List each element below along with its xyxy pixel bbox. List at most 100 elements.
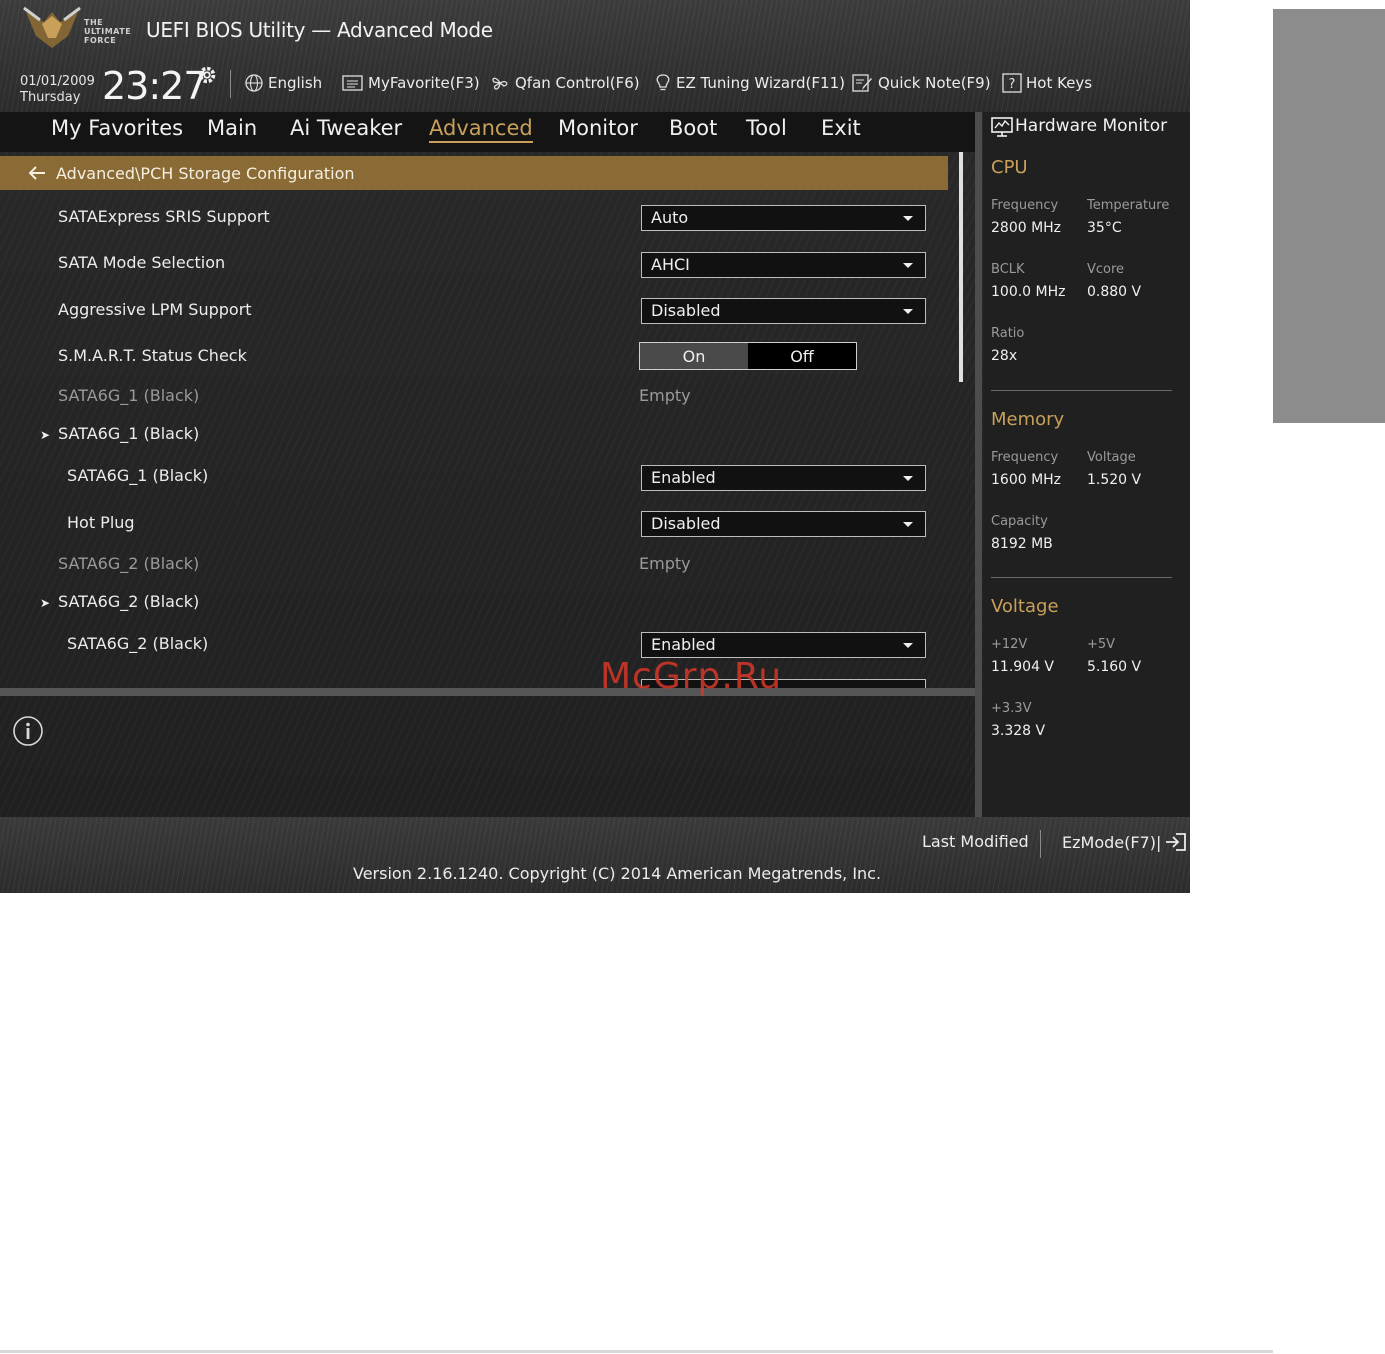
quick-note-button[interactable]: Quick Note(F9) xyxy=(852,72,991,94)
setting-label[interactable]: SATAExpress SRIS Support xyxy=(58,207,270,226)
tab-monitor[interactable]: Monitor xyxy=(558,116,638,140)
back-arrow-icon[interactable] xyxy=(28,166,46,180)
day-text: Thursday xyxy=(20,90,81,105)
setting-label[interactable]: Hot Plug xyxy=(67,513,135,532)
info-icon xyxy=(13,716,43,746)
page-side-tab xyxy=(1273,9,1385,423)
tab-ai-tweaker[interactable]: Ai Tweaker xyxy=(290,116,402,140)
v5-label: +5V xyxy=(1087,637,1116,652)
submenu-item-sata6g-2[interactable]: SATA6G_2 (Black) xyxy=(58,592,199,611)
sata-mode-select[interactable]: AHCI xyxy=(641,252,926,278)
sataexpress-sris-select[interactable]: Auto xyxy=(641,205,926,231)
ratio-label: Ratio xyxy=(991,326,1025,341)
tab-tool[interactable]: Tool xyxy=(746,116,787,140)
hot-plug-select[interactable]: Disabled xyxy=(641,511,926,537)
cpu-frequency-value: 2800 MHz xyxy=(991,220,1062,236)
select-value: AHCI xyxy=(651,255,690,274)
toolbar-label: MyFavorite(F3) xyxy=(368,74,480,92)
section-divider xyxy=(991,577,1172,578)
cpu-heading: CPU xyxy=(991,157,1028,178)
myfavorite-button[interactable]: MyFavorite(F3) xyxy=(342,72,480,94)
chevron-down-icon xyxy=(903,263,913,268)
sata6g-1-select[interactable]: Enabled xyxy=(641,465,926,491)
setting-label[interactable]: SATA Mode Selection xyxy=(58,253,225,272)
chevron-down-icon xyxy=(903,643,913,648)
hardware-monitor-title: Hardware Monitor xyxy=(1015,116,1168,136)
vcore-label: Vcore xyxy=(1087,262,1125,277)
globe-icon xyxy=(245,74,263,92)
v12-label: +12V xyxy=(991,637,1028,652)
memory-frequency-value: 1600 MHz xyxy=(991,472,1062,488)
bclk-value: 100.0 MHz xyxy=(991,284,1066,300)
toolbar-label: Hot Keys xyxy=(1026,74,1093,92)
v33-value: 3.328 V xyxy=(991,723,1046,739)
toolbar-label: Quick Note(F9) xyxy=(878,74,991,92)
breadcrumb-path: Advanced\PCH Storage Configuration xyxy=(56,163,355,183)
tab-boot[interactable]: Boot xyxy=(669,116,717,140)
clock[interactable]: 23:27 xyxy=(102,64,208,108)
hot-keys-button[interactable]: ? Hot Keys xyxy=(1002,72,1092,94)
ezmode-button[interactable]: EzMode(F7)| xyxy=(1062,832,1187,852)
version-text: Version 2.16.1240. Copyright (C) 2014 Am… xyxy=(353,864,882,883)
bios-window: THE ULTIMATE FORCE UEFI BIOS Utility — A… xyxy=(0,0,1190,893)
scrollbar[interactable] xyxy=(959,152,963,382)
smart-status-toggle[interactable]: On Off xyxy=(639,342,857,370)
logo-word: THE xyxy=(84,18,104,27)
select-value: Disabled xyxy=(651,301,721,320)
chevron-down-icon xyxy=(903,476,913,481)
help-box-icon: ? xyxy=(1002,73,1022,93)
toggle-on-option[interactable]: On xyxy=(640,343,748,369)
gear-icon[interactable] xyxy=(196,64,218,86)
setting-label[interactable]: SATA6G_1 (Black) xyxy=(67,466,208,485)
help-divider xyxy=(0,688,975,696)
exit-arrow-icon xyxy=(1166,833,1187,851)
date-display: 01/01/2009 Thursday xyxy=(20,74,95,106)
watermark: McGrp.Ru xyxy=(600,656,783,697)
svg-text:?: ? xyxy=(1009,77,1016,92)
select-value: Enabled xyxy=(651,468,716,487)
aggressive-lpm-select[interactable]: Disabled xyxy=(641,298,926,324)
qfan-control-button[interactable]: Qfan Control(F6) xyxy=(489,72,640,94)
chevron-down-icon xyxy=(903,522,913,527)
memory-voltage-label: Voltage xyxy=(1087,450,1136,465)
page-bottom-rule xyxy=(0,1350,1273,1353)
submenu-item-sata6g-1[interactable]: SATA6G_1 (Black) xyxy=(58,424,199,443)
language-button[interactable]: English xyxy=(244,72,322,94)
chevron-down-icon xyxy=(903,309,913,314)
tab-main[interactable]: Main xyxy=(207,116,257,140)
lightbulb-icon xyxy=(656,74,670,91)
setting-label[interactable]: Aggressive LPM Support xyxy=(58,300,252,319)
footer-separator xyxy=(1040,830,1041,858)
setting-label[interactable]: SATA6G_2 (Black) xyxy=(67,634,208,653)
toggle-off-option[interactable]: Off xyxy=(748,343,856,369)
port-info-value: Empty xyxy=(639,386,691,405)
bclk-label: BCLK xyxy=(991,262,1025,277)
port-info-label: SATA6G_2 (Black) xyxy=(58,554,200,573)
tab-advanced[interactable]: Advanced xyxy=(429,116,533,143)
cpu-temperature-value: 35°C xyxy=(1087,220,1122,236)
favorite-list-icon xyxy=(342,75,363,91)
memory-frequency-label: Frequency xyxy=(991,450,1059,465)
port-info-label: SATA6G_1 (Black) xyxy=(58,386,200,405)
panel-divider xyxy=(975,112,982,817)
cpu-temperature-label: Temperature xyxy=(1087,198,1170,213)
v33-label: +3.3V xyxy=(991,701,1032,716)
ez-tuning-wizard-button[interactable]: EZ Tuning Wizard(F11) xyxy=(654,72,845,94)
logo-text: THE ULTIMATE FORCE xyxy=(84,18,134,45)
note-pencil-icon xyxy=(852,74,872,92)
capacity-label: Capacity xyxy=(991,514,1048,529)
select-value: Enabled xyxy=(651,635,716,654)
ratio-value: 28x xyxy=(991,348,1018,364)
tab-exit[interactable]: Exit xyxy=(821,116,861,140)
tab-my-favorites[interactable]: My Favorites xyxy=(51,116,183,140)
submenu-arrow-icon: ➤ xyxy=(40,428,51,442)
last-modified-button[interactable]: Last Modified xyxy=(922,832,1029,851)
sata6g-2-select[interactable]: Enabled xyxy=(641,632,926,658)
v5-value: 5.160 V xyxy=(1087,659,1142,675)
breadcrumb[interactable]: Advanced\PCH Storage Configuration xyxy=(0,156,948,190)
monitor-icon xyxy=(991,117,1013,137)
logo-word: ULTIMATE xyxy=(84,27,132,36)
toolbar-label: English xyxy=(268,74,323,92)
toolbar-label: Qfan Control(F6) xyxy=(515,74,640,92)
setting-label[interactable]: S.M.A.R.T. Status Check xyxy=(58,346,247,365)
